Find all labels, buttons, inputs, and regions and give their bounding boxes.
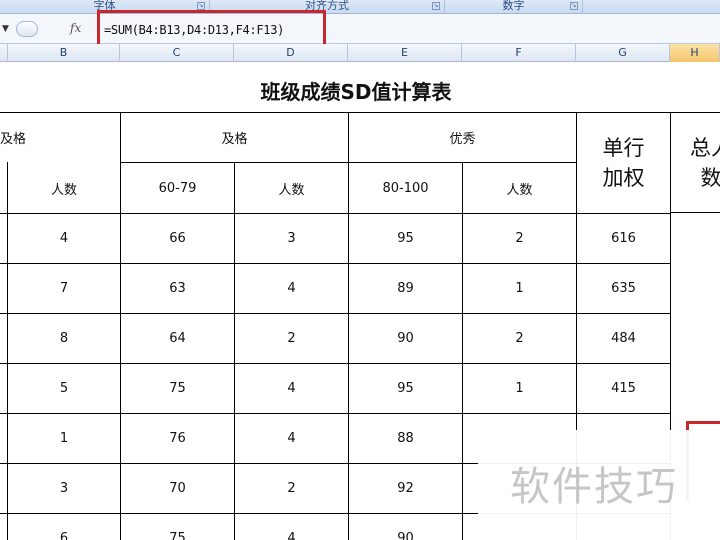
cell-d[interactable]: 2	[235, 314, 348, 363]
cell-c[interactable]: 75	[121, 514, 234, 540]
cell-e[interactable]: 90	[349, 514, 462, 540]
cell-d[interactable]: 4	[235, 264, 348, 313]
header-excellent-group-label: 优秀	[449, 132, 476, 147]
cell-c[interactable]: 75	[121, 364, 234, 413]
cell-c[interactable]: 76	[121, 414, 234, 463]
cell-c[interactable]: 66	[121, 214, 234, 263]
number-dialog-launcher-icon[interactable]: ↘	[570, 2, 578, 10]
subheader-e-label: 80-100	[382, 180, 429, 196]
subheader-c-label: 60-79	[158, 180, 197, 196]
cell-g[interactable]: 635	[577, 264, 670, 313]
cell-b[interactable]: 6	[8, 514, 120, 540]
cell-b[interactable]: 3	[8, 464, 120, 513]
worksheet[interactable]: 班级成绩SD值计算表 及格 及格 优秀 单行 加权 总人 数 人数 60-79 …	[0, 62, 720, 540]
cell-f[interactable]: 1	[463, 364, 576, 413]
header-weighted[interactable]: 单行 加权	[577, 113, 670, 213]
cell-g[interactable]: 415	[577, 364, 670, 413]
cell-d[interactable]: 3	[235, 214, 348, 263]
column-header-a[interactable]	[0, 44, 8, 62]
header-fail-group[interactable]: 及格	[0, 113, 120, 162]
cell-c[interactable]: 64	[121, 314, 234, 363]
cell-e[interactable]: 90	[349, 314, 462, 363]
alignment-dialog-launcher-icon[interactable]: ↘	[432, 2, 440, 10]
formula-input[interactable]: =SUM(B4:B13,D4:D13,F4:F13)	[104, 23, 284, 37]
subheader-f[interactable]: 人数	[463, 163, 576, 213]
column-header-d[interactable]: D	[234, 44, 348, 62]
column-headers: B C D E F G H	[0, 44, 720, 62]
header-pass-group-label: 及格	[221, 132, 248, 147]
header-total[interactable]: 总人 数	[671, 113, 720, 212]
cell-d[interactable]: 4	[235, 514, 348, 540]
cell-g[interactable]: 616	[577, 214, 670, 263]
header-fail-group-label: 及格	[0, 132, 27, 147]
page-title: 班级成绩SD值计算表	[0, 76, 720, 105]
formula-bar: ▼ fx =SUM(B4:B13,D4:D13,F4:F13)	[0, 10, 720, 56]
header-pass-group[interactable]: 及格	[121, 113, 348, 162]
formula-bar-resize-handle[interactable]	[16, 21, 38, 37]
subheader-d[interactable]: 人数	[235, 163, 348, 213]
insert-function-icon[interactable]: fx	[70, 21, 81, 35]
header-weighted-label: 单行 加权	[602, 136, 645, 190]
subheader-e[interactable]: 80-100	[349, 163, 462, 213]
subheader-c[interactable]: 60-79	[121, 163, 234, 213]
cell-e[interactable]: 95	[349, 364, 462, 413]
grid-line	[670, 212, 720, 213]
header-excellent-group[interactable]: 优秀	[349, 113, 576, 162]
cell-c[interactable]: 70	[121, 464, 234, 513]
cell-b[interactable]: 8	[8, 314, 120, 363]
cell-g[interactable]: 484	[577, 314, 670, 363]
cell-e[interactable]: 95	[349, 214, 462, 263]
name-box-dropdown-icon[interactable]: ▼	[2, 24, 9, 34]
cell-d[interactable]: 4	[235, 414, 348, 463]
cell-e[interactable]: 92	[349, 464, 462, 513]
cell-b[interactable]: 7	[8, 264, 120, 313]
subheader-b[interactable]: 人数	[8, 163, 120, 213]
cell-d[interactable]: 2	[235, 464, 348, 513]
ribbon-group-number[interactable]: 数字 ↘	[445, 0, 583, 14]
subheader-f-label: 人数	[506, 182, 533, 198]
column-header-f[interactable]: F	[462, 44, 576, 62]
column-header-h[interactable]: H	[670, 44, 720, 62]
cell-b[interactable]: 5	[8, 364, 120, 413]
cell-f[interactable]: 2	[463, 214, 576, 263]
cell-e[interactable]: 88	[349, 414, 462, 463]
subheader-d-label: 人数	[278, 182, 305, 198]
title-text: 班级成绩SD值计算表	[260, 80, 452, 104]
subheader-b-label: 人数	[50, 182, 77, 198]
cell-b[interactable]: 1	[8, 414, 120, 463]
cell-b[interactable]: 4	[8, 214, 120, 263]
cell-f[interactable]: 2	[463, 314, 576, 363]
watermark-text: 软件技巧	[510, 464, 678, 510]
cell-e[interactable]: 89	[349, 264, 462, 313]
cell-d[interactable]: 4	[235, 364, 348, 413]
cell-f[interactable]: 1	[463, 264, 576, 313]
cell-c[interactable]: 63	[121, 264, 234, 313]
font-dialog-launcher-icon[interactable]: ↘	[197, 2, 205, 10]
header-total-label: 总人 数	[690, 135, 720, 190]
column-header-c[interactable]: C	[120, 44, 234, 62]
column-header-b[interactable]: B	[8, 44, 120, 62]
column-header-e[interactable]: E	[348, 44, 462, 62]
column-header-g[interactable]: G	[576, 44, 670, 62]
ribbon-group-number-label: 数字	[502, 0, 525, 12]
